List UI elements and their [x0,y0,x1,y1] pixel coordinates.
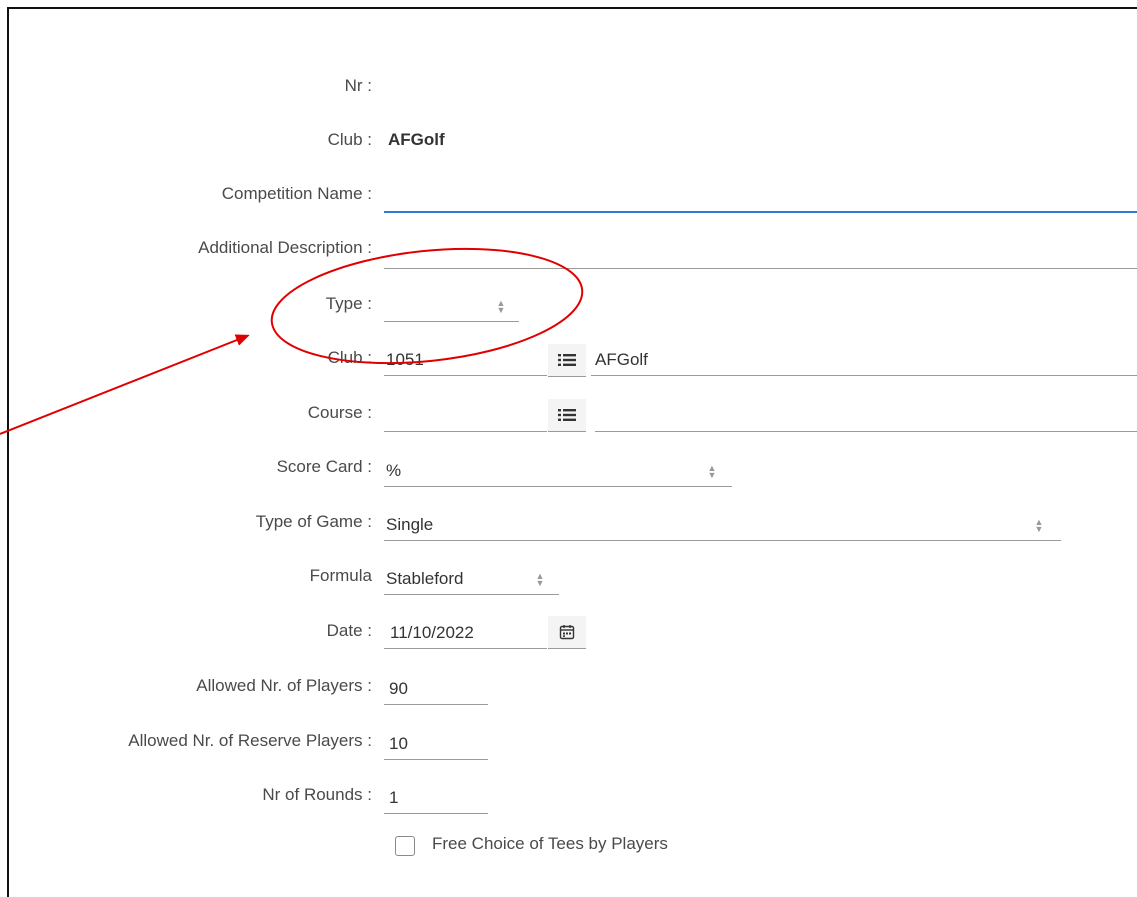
type-select[interactable]: ▲ ▼ [384,292,519,322]
free-choice-tees-checkbox[interactable] [395,836,415,856]
club-name-value: AFGolf [595,350,648,369]
calendar-icon [559,625,575,640]
allowed-players-value: 90 [389,679,408,698]
date-input[interactable]: 11/10/2022 [384,619,547,649]
type-label: Type : [325,294,372,313]
nr-of-rounds-label: Nr of Rounds : [262,785,372,804]
score-card-value: % [386,461,402,480]
type-of-game-label: Type of Game : [255,512,372,531]
score-card-label: Score Card : [276,457,372,476]
allowed-reserve-players-value: 10 [389,734,408,753]
nr-of-rounds-input[interactable]: 1 [384,784,488,814]
club-lookup-button[interactable] [548,344,586,377]
list-icon [558,354,576,366]
select-arrows-icon: ▲ ▼ [535,571,545,588]
nr-of-rounds-value: 1 [389,788,399,807]
date-value: 11/10/2022 [390,623,474,642]
select-arrows-icon: ▲ ▼ [707,463,717,480]
form-frame [7,7,1137,897]
additional-description-label: Additional Description : [198,238,372,257]
course-lookup-button[interactable] [548,399,586,432]
club-code-input[interactable]: 1051 [384,346,547,376]
nr-label: Nr : [344,76,372,95]
select-arrows-icon: ▲ ▼ [496,298,506,315]
type-of-game-value: Single [386,515,434,534]
club-header-label: Club : [327,130,372,149]
competition-name-label: Competition Name : [221,184,372,203]
allowed-players-input[interactable]: 90 [384,675,488,705]
free-choice-tees-label: Free Choice of Tees by Players [432,834,668,853]
allowed-reserve-players-input[interactable]: 10 [384,730,488,760]
additional-description-input[interactable] [384,239,1137,269]
course-label: Course : [307,403,372,422]
score-card-select[interactable]: % ▲ ▼ [384,457,732,487]
allowed-reserve-players-label: Allowed Nr. of Reserve Players : [128,731,372,750]
competition-name-input[interactable] [384,183,1137,213]
formula-label: Formula [309,566,372,585]
club-label: Club : [327,348,372,367]
select-arrows-icon: ▲ ▼ [1034,517,1044,534]
course-code-input[interactable] [384,402,547,432]
formula-select[interactable]: Stableford ▲ ▼ [384,565,559,595]
type-of-game-select[interactable]: Single ▲ ▼ [384,511,1061,541]
date-picker-button[interactable] [548,616,586,649]
formula-value: Stableford [386,569,464,588]
list-icon [558,409,576,421]
allowed-players-label: Allowed Nr. of Players : [196,676,372,695]
date-label: Date : [326,621,372,640]
club-code-value: 1051 [386,350,424,369]
club-name-field: AFGolf [591,346,1137,376]
course-name-field [595,402,1137,432]
club-header-value: AFGolf [388,130,445,149]
